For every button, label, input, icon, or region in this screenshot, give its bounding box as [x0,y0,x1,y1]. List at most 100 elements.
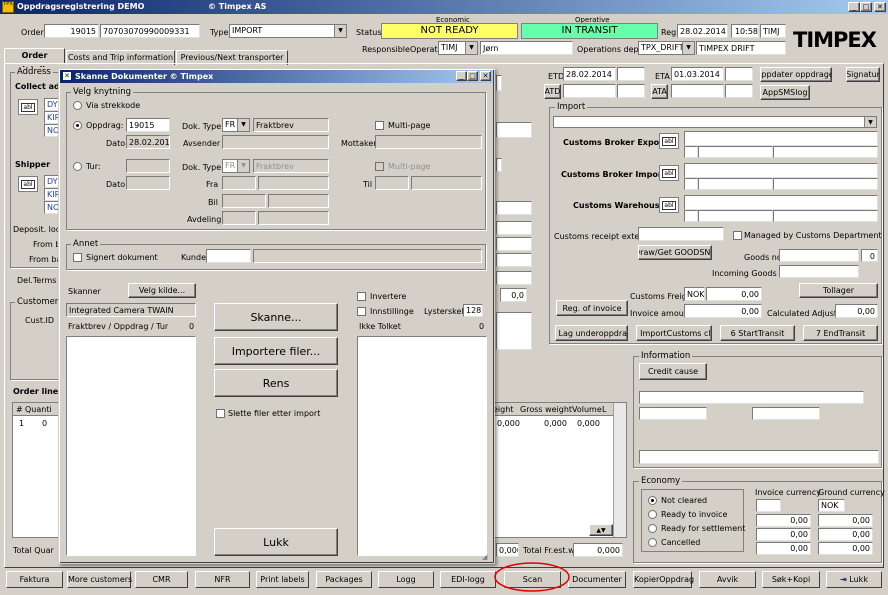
ata-button[interactable]: ATA [651,84,668,99]
type-select[interactable]: IMPORT [229,24,347,38]
eta-time-field[interactable] [725,67,753,81]
broker-export-sub3[interactable] [773,146,878,158]
sok-kopi-button[interactable]: Søk+Kopi [762,571,820,588]
more-customers-button[interactable]: More customers [67,571,132,588]
reg-user-field[interactable]: TIMJ [760,24,786,38]
ata-date-field[interactable] [671,84,724,98]
mid-field-5[interactable] [496,221,532,235]
mid-field-6[interactable] [496,237,532,251]
broker-import-icon[interactable]: abl [659,165,679,181]
cmr-button[interactable]: CMR [135,571,188,588]
ata-time-field[interactable] [725,84,753,98]
lukk-dialog-button[interactable]: Lukk [214,528,338,556]
faktura-button[interactable]: Faktura [6,571,63,588]
etd-field[interactable]: 28.02.2014 [563,67,616,81]
order-ref-field[interactable]: 70703070990009331 [100,24,200,38]
import-customs-button[interactable]: 5 ImportCustoms cle [636,325,712,341]
calc-adj-field[interactable]: 0,00 [835,304,878,318]
shipper-icon[interactable]: abl [18,176,38,192]
broker-import-sub1[interactable] [684,178,698,190]
econ-ready-invoice-radio[interactable] [648,510,657,519]
atd-time-field[interactable] [617,84,645,98]
val-00-field[interactable]: 0,0 [500,288,527,302]
broker-import-sub3[interactable] [773,178,878,190]
tab-order-details[interactable]: Order details [4,48,65,74]
print-labels-button[interactable]: Print labels [256,571,309,588]
mid-field-9[interactable] [496,312,532,350]
close-button[interactable]: ✕ [874,2,886,12]
atd-date-field[interactable] [563,84,616,98]
warehouse-icon[interactable]: abl [659,197,679,213]
warehouse-field[interactable] [684,195,878,210]
broker-import-sub2[interactable] [698,178,773,190]
eta-field[interactable]: 01.03.2014 [671,67,724,81]
receipt-field[interactable] [638,227,724,241]
importere-button[interactable]: Importere filer... [214,337,338,365]
broker-export-sub2[interactable] [698,146,773,158]
freight-value[interactable]: 0,00 [706,287,762,301]
collect-address-icon[interactable]: abl [18,99,38,115]
grid-vscroll[interactable] [613,403,626,537]
info-field-4[interactable] [639,450,879,464]
broker-export-icon[interactable]: abl [659,133,679,149]
reg-time-field[interactable]: 10:58 [731,24,759,38]
appsmslog-button[interactable]: AppSMSlog [760,85,810,100]
atd-button[interactable]: ATD [544,84,561,99]
signature-button[interactable]: Signatur [846,67,880,82]
econ-not-cleared-radio[interactable] [648,496,657,505]
lag-underoppdrag-button[interactable]: 4 Lag underoppdrag [555,325,628,341]
signert-checkbox[interactable] [73,253,82,262]
broker-import-field[interactable] [684,163,878,178]
start-transit-button[interactable]: 6 StartTransit [720,325,795,341]
mid-field-8[interactable] [496,271,532,285]
edi-logg-button[interactable]: EDI-logg [440,571,496,588]
etd-time-field[interactable] [617,67,645,81]
broker-export-field[interactable] [684,131,878,146]
via-strekkode-radio[interactable] [73,101,82,110]
dialog-resize-grip[interactable]: ◢ [482,552,492,562]
warehouse-sub3[interactable] [773,210,878,222]
oppdrag-radio[interactable] [73,121,82,130]
grid-nav-buttons[interactable]: ▲▼ [589,524,613,536]
inv-amount-field[interactable]: 0,00 [684,304,762,318]
incoming-field[interactable] [779,265,859,278]
mid-field-1[interactable] [496,75,502,91]
minimize-button[interactable]: _ [848,2,860,12]
innstillinger-checkbox[interactable] [357,307,366,316]
rens-button[interactable]: Rens [214,369,338,397]
dialog-close-button[interactable]: ✕ [480,71,491,81]
import-select[interactable] [553,116,877,128]
econ-cancelled-radio[interactable] [648,538,657,547]
drawget-button[interactable]: Draw/Get GOODSNC [638,245,712,260]
order-number-field[interactable]: 19015 [44,24,99,38]
maximize-button[interactable]: □ [860,2,872,12]
op-dept-select[interactable]: TPX_DRIFT [638,41,695,55]
lukk-button[interactable]: ⇥ Lukk [826,571,882,588]
list2-box[interactable] [357,336,487,556]
resp-operator-select[interactable]: TIMJ [438,41,478,55]
inv-currency-field[interactable] [756,499,781,512]
nfr-button[interactable]: NFR [195,571,250,588]
freight-currency[interactable]: NOK [684,287,705,301]
tollager-button[interactable]: Tollager [799,283,878,298]
slette-checkbox[interactable] [216,409,225,418]
multipage-checkbox[interactable] [375,121,384,130]
dok-type-select[interactable]: FR [222,118,250,132]
credit-cause-button[interactable]: Credit cause [639,363,707,380]
goods-no-field[interactable] [779,249,859,262]
dialog-maximize-button[interactable]: □ [467,71,478,81]
oppdrag-field[interactable]: 19015 [126,118,170,132]
update-order-button[interactable]: Oppdater oppdraget [760,67,832,82]
documenter-button[interactable]: Documenter [568,571,626,588]
goods-no-count[interactable]: 0 [861,249,878,262]
dialog-minimize-button[interactable]: _ [456,71,467,81]
managed-checkbox[interactable] [733,231,742,240]
list1-box[interactable] [66,336,196,556]
packages-button[interactable]: Packages [316,571,372,588]
end-transit-button[interactable]: 7 EndTransit [803,325,878,341]
velg-kilde-button[interactable]: Velg kilde... [128,283,196,298]
ground-currency-field[interactable]: NOK [818,499,845,512]
skanne-button[interactable]: Skanne... [214,303,338,331]
invertere-checkbox[interactable] [357,292,366,301]
warehouse-sub1[interactable] [684,210,698,222]
